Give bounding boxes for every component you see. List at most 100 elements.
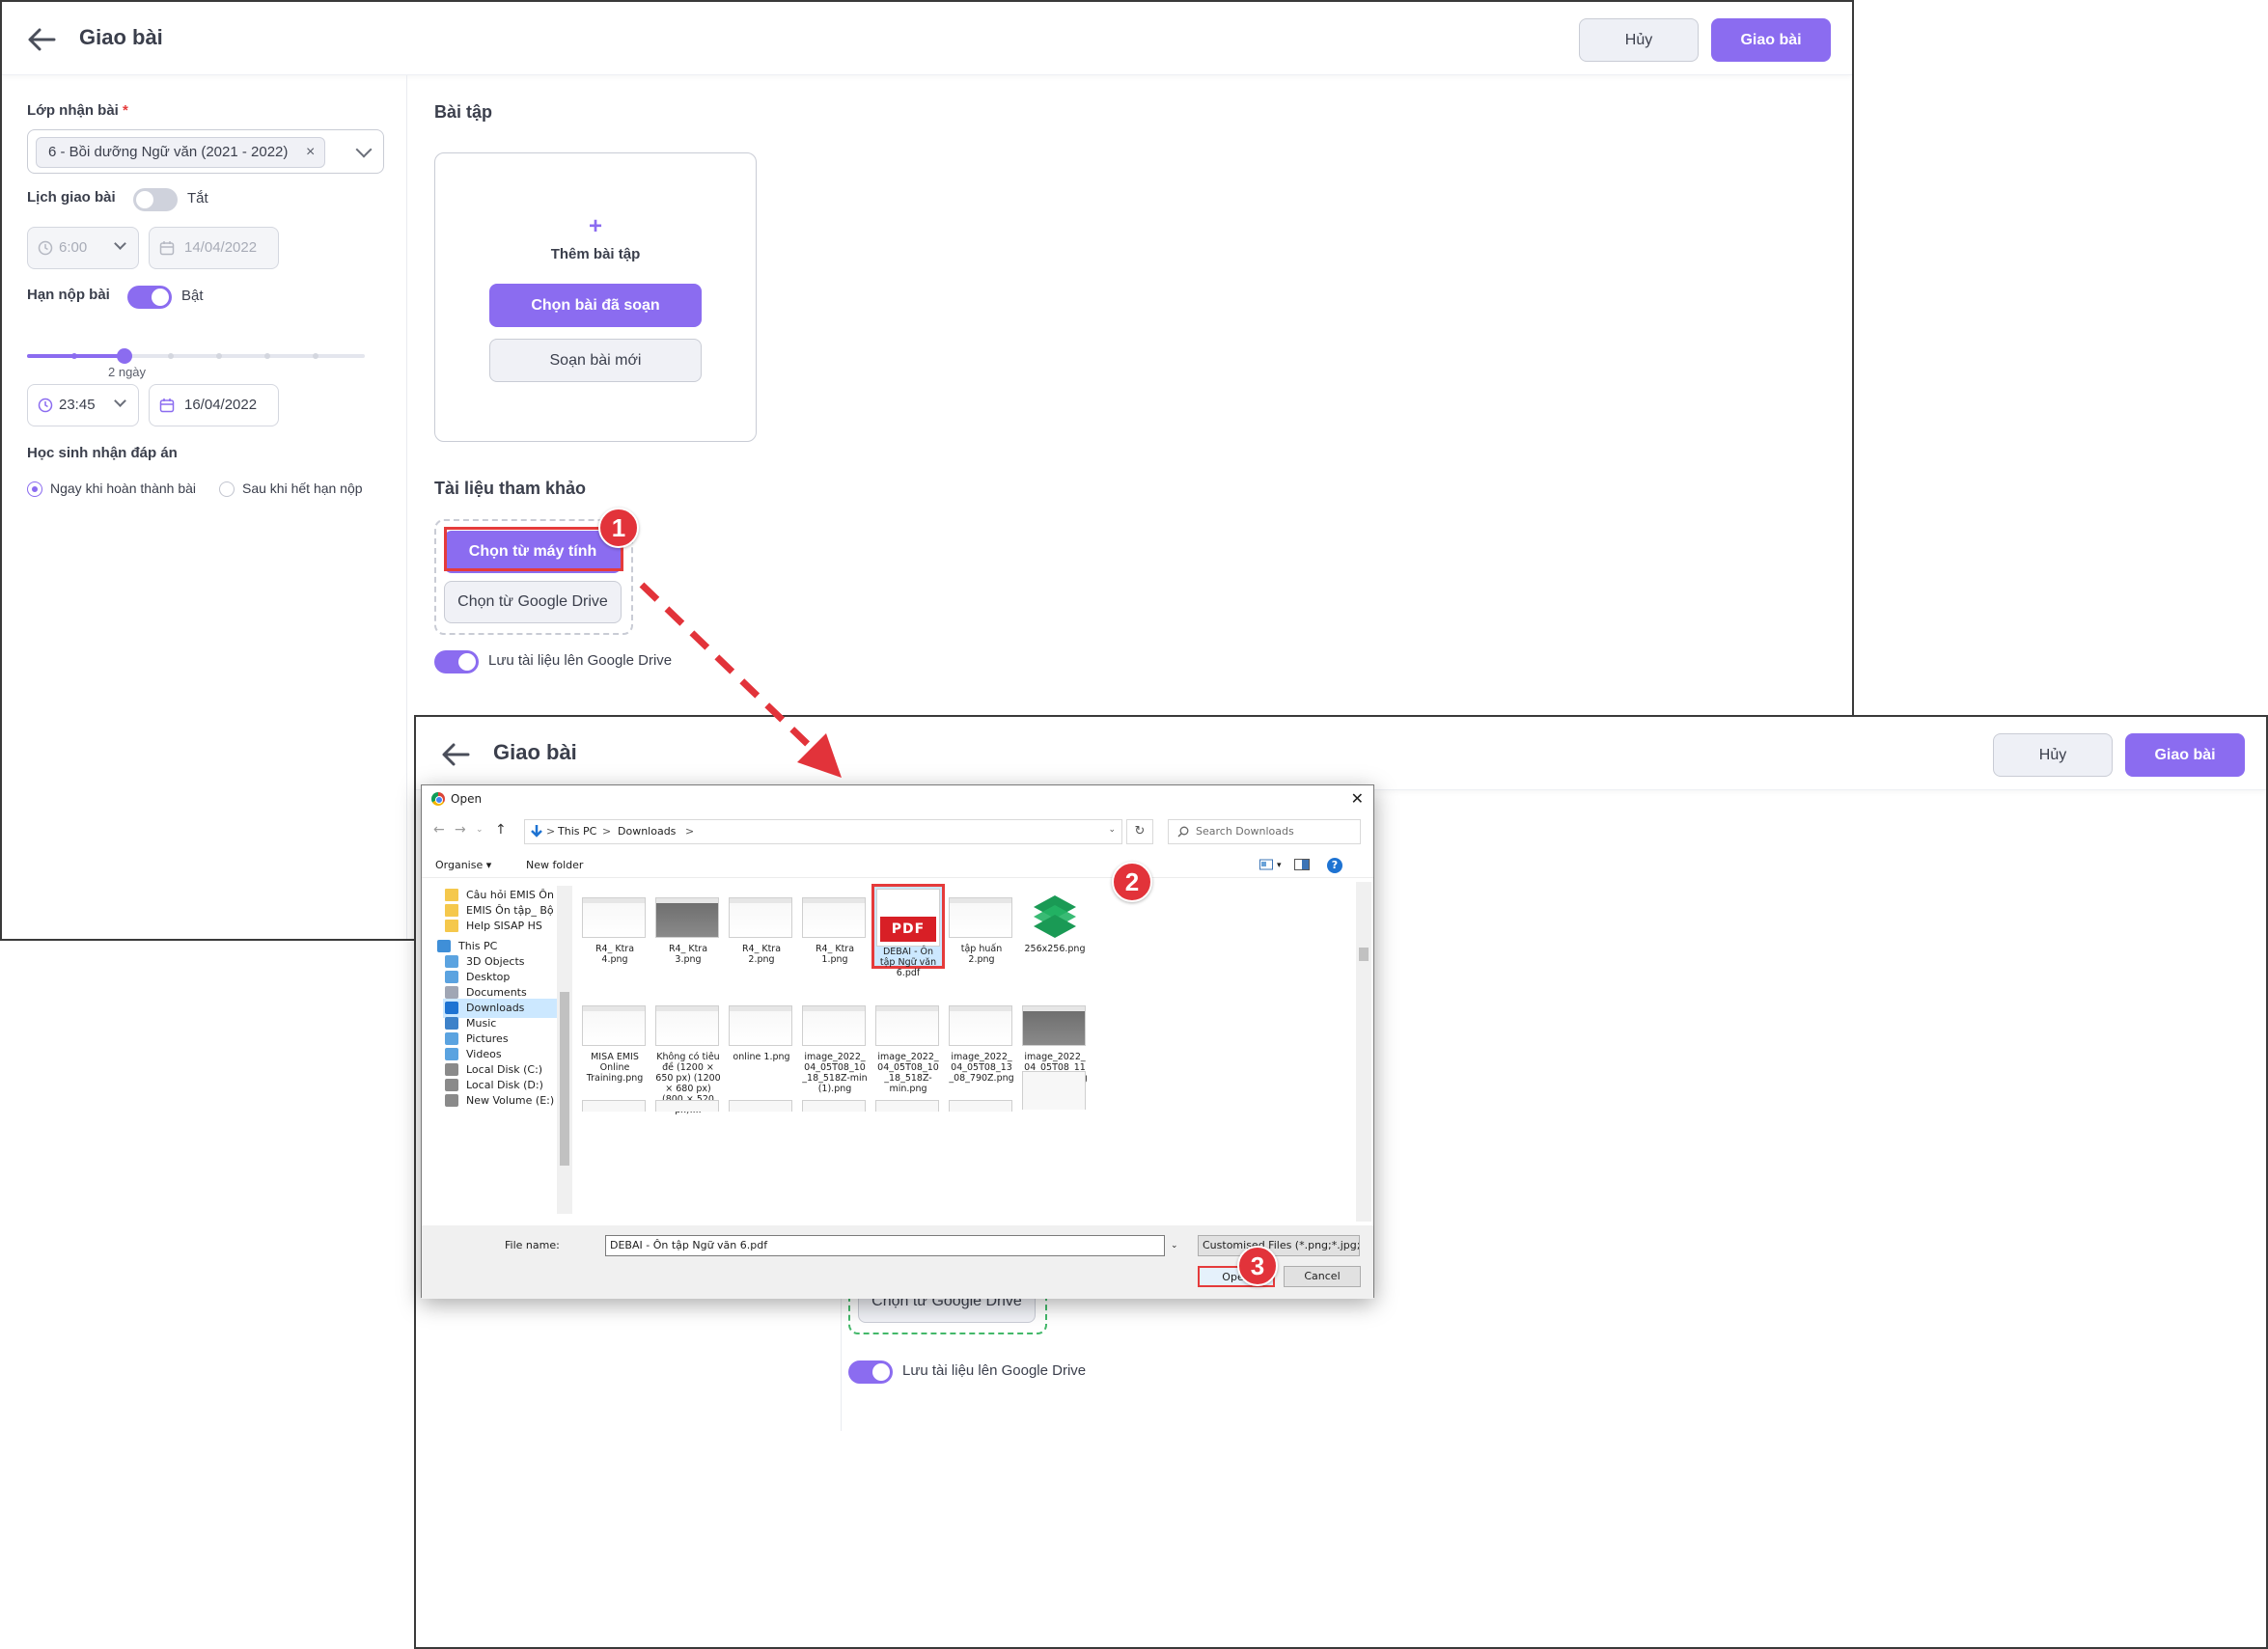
file-item[interactable]: R4_ Ktra 1.png [798,884,871,990]
cancel-button[interactable]: Hủy [1579,18,1699,62]
file-item-partial[interactable] [655,1100,719,1112]
choose-from-drive-button[interactable]: Chọn từ Google Drive [444,581,622,623]
dialog-bottom-bar: File name: DEBAI - Ôn tập Ngữ văn 6.pdf … [422,1225,1373,1299]
nav-item[interactable]: Help SISAP HS [443,917,568,936]
file-item[interactable]: Không có tiêu đề (1200 × 650 px) (1200 ×… [651,992,725,1115]
close-icon[interactable]: ✕ [1351,789,1364,808]
file-item[interactable]: R4_ Ktra 4.png [578,884,651,990]
nav-item-label: Documents [466,986,527,999]
schedule-time-field[interactable]: 6:00 [27,227,139,269]
slider-handle[interactable] [117,348,132,364]
file-item-partial[interactable] [582,1100,646,1112]
chevron-down-icon[interactable]: ⌄ [1108,825,1116,835]
file-item[interactable]: image_2022_04_05T08_10_18_518Z-min (1).p… [798,992,871,1098]
help-icon[interactable]: ? [1327,858,1342,873]
recent-locations-icon[interactable]: ⌄ [476,825,484,835]
chevron-right-icon: > [546,825,556,838]
file-name-input[interactable]: DEBAI - Ôn tập Ngữ văn 6.pdf [605,1235,1165,1256]
new-folder-button[interactable]: New folder [526,859,583,871]
answer-radio-immediate[interactable] [27,481,42,497]
deadline-toggle[interactable] [127,286,172,309]
cancel-button[interactable]: Hủy [1993,733,2113,777]
thumbnail-bar [583,898,645,903]
breadcrumb-downloads[interactable]: Downloads [618,825,676,838]
file-item[interactable]: tập huấn 2.png [945,884,1018,990]
back-arrow-icon[interactable] [25,23,58,56]
highlight-box [444,527,623,571]
organise-button[interactable]: Organise ▾ [435,859,491,871]
file-item[interactable]: 256x256.png [1018,884,1092,990]
file-item[interactable]: image_2022_04_05T08_10_18_518Z-min.png [871,992,945,1098]
cancel-button[interactable]: Cancel [1284,1266,1361,1287]
compose-new-button[interactable]: Soạn bài mới [489,339,702,382]
nav-item-label: Music [466,1017,497,1030]
computer-icon [437,940,451,952]
scroll-thumb[interactable] [1359,948,1369,961]
file-type-select[interactable]: Customised Files (*.png;*.jpg;*. [1198,1235,1360,1256]
drive-icon [445,1094,458,1107]
deadline-time-field[interactable]: 23:45 [27,384,139,426]
choose-existing-button[interactable]: Chọn bài đã soạn [489,284,702,327]
files-scrollbar[interactable] [1356,882,1371,1222]
preview-pane-icon[interactable] [1294,859,1310,870]
file-name: R4_ Ktra 4.png [595,944,635,965]
file-item-partial[interactable] [1022,1071,1086,1110]
cube-icon [445,955,458,968]
desktop-icon [445,971,458,983]
view-options-icon[interactable] [1259,859,1273,870]
thumbnail-bar [730,898,791,903]
save-drive-toggle[interactable] [434,650,479,673]
address-bar[interactable]: > This PC > Downloads > ⌄ [524,819,1122,844]
document-icon [445,986,458,999]
slider-step [216,353,222,359]
save-drive-toggle[interactable] [848,1360,893,1384]
deadline-date-value: 16/04/2022 [184,397,258,413]
file-item[interactable]: PDF DEBAI - Ôn tập Ngữ văn 6.pdf [871,884,945,978]
nav-item-label: Câu hỏi EMIS Ôn [466,889,554,901]
deadline-slider[interactable] [27,342,365,371]
toggle-knob [152,289,169,306]
chevron-down-icon[interactable] [355,141,373,158]
scroll-thumb[interactable] [560,992,569,1166]
deadline-date-field[interactable]: 16/04/2022 [149,384,279,426]
chevron-down-icon[interactable]: ▾ [1277,861,1282,870]
refresh-icon[interactable]: ↻ [1126,819,1153,844]
back-icon[interactable]: ← [433,822,445,838]
file-item-partial[interactable] [802,1100,866,1112]
nav-scrollbar[interactable] [557,886,572,1214]
up-icon[interactable]: ↑ [495,822,507,838]
file-item[interactable]: MISA EMIS Online Training.png [578,992,651,1098]
file-item[interactable]: R4_ Ktra 3.png [651,884,725,990]
calendar-icon [159,399,175,413]
schedule-toggle[interactable] [133,188,178,211]
schedule-date-value: 14/04/2022 [184,239,258,256]
file-item[interactable]: online 1.png [725,992,798,1098]
chevron-down-icon[interactable]: ⌄ [1171,1235,1186,1256]
thumbnail-bar [656,1006,718,1011]
schedule-label: Lịch giao bài [27,189,116,206]
assign-button[interactable]: Giao bài [1711,18,1831,62]
assign-button[interactable]: Giao bài [2125,733,2245,777]
remove-chip-icon[interactable]: × [306,138,315,167]
class-select[interactable]: 6 - Bồi dưỡng Ngữ văn (2021 - 2022) × [27,129,384,174]
nav-item-label: Help SISAP HS [466,920,542,932]
file-item-partial[interactable] [729,1100,792,1112]
slider-step [313,353,318,359]
search-input[interactable]: Search Downloads [1168,819,1361,844]
back-arrow-icon[interactable] [439,738,472,771]
forward-icon[interactable]: → [455,822,466,838]
schedule-toggle-label: Tắt [187,190,208,206]
nav-item[interactable]: New Volume (E:) [443,1091,568,1111]
breadcrumb-this-pc[interactable]: This PC [558,825,596,838]
toggle-knob [136,191,153,208]
file-item[interactable]: image_2022_04_05T08_13_08_790Z.png [945,992,1018,1098]
file-item[interactable]: R4_ Ktra 2.png [725,884,798,990]
image-thumbnail [875,1005,939,1046]
pdf-label: PDF [880,917,936,942]
schedule-date-field[interactable]: 14/04/2022 [149,227,279,269]
file-item-partial[interactable] [875,1100,939,1112]
image-thumbnail [582,1005,646,1046]
answer-radio-after-deadline[interactable] [219,481,235,497]
open-file-dialog: Open ✕ ← → ⌄ ↑ > This PC > Downloads > ⌄… [421,784,1374,1299]
file-item-partial[interactable] [949,1100,1012,1112]
